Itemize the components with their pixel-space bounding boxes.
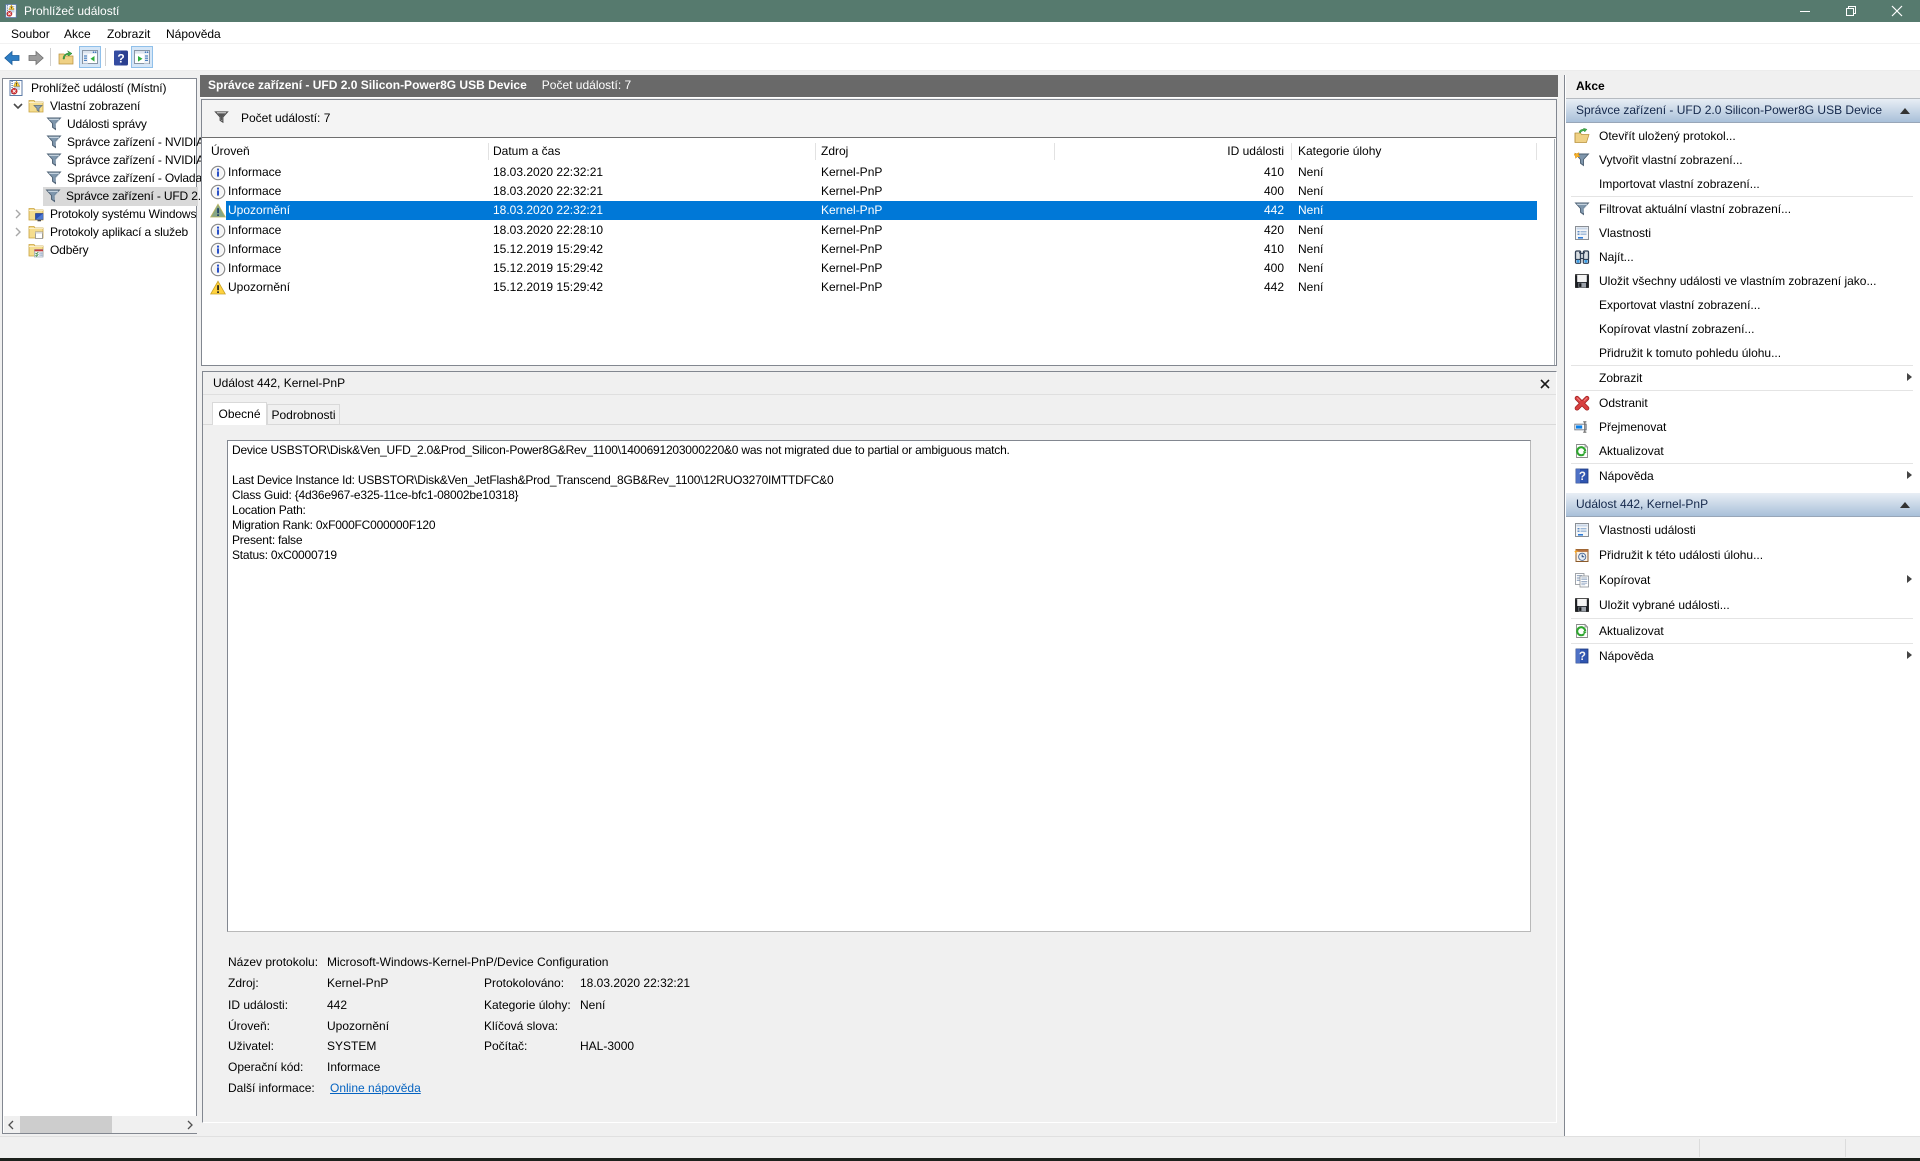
svg-text:?: ? — [117, 52, 124, 66]
